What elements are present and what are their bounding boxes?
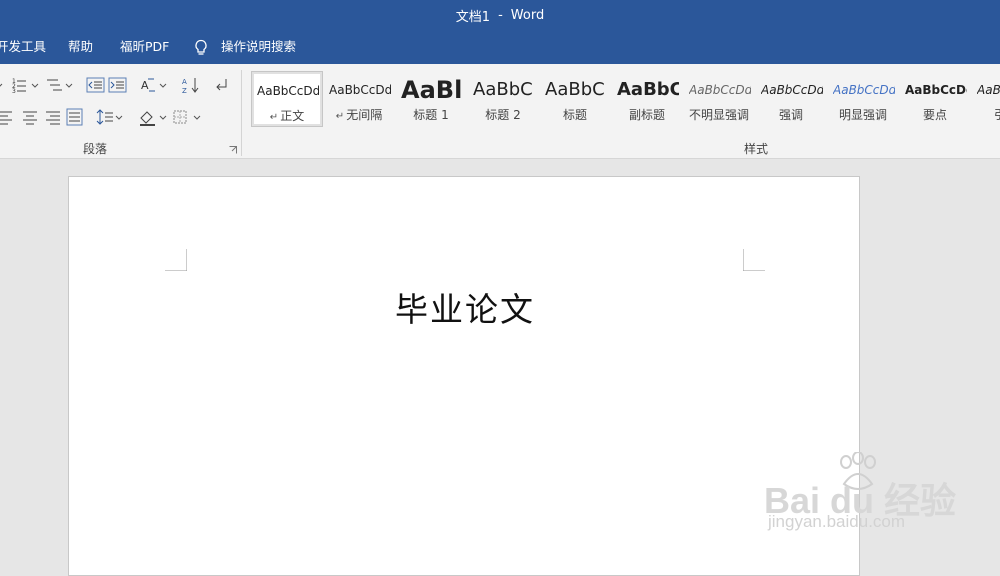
document-title-text[interactable]: 毕业论文 (69, 283, 861, 331)
borders-icon[interactable] (172, 108, 202, 126)
align-right-icon[interactable] (44, 108, 62, 126)
tab-developer[interactable]: 开发工具 (0, 30, 46, 64)
show-marks-icon[interactable] (212, 76, 236, 94)
style-heading-1[interactable]: AaBl 标题 1 (396, 71, 466, 127)
style-no-spacing[interactable]: AaBbCcDd ↵ 无间隔 (324, 71, 394, 127)
paragraph-group-label: 段落 (82, 142, 108, 156)
styles-group-label: 样式 (743, 142, 769, 156)
baidu-jingyan-watermark: Bai du 经验 jingyan.baidu.com (764, 450, 984, 540)
style-heading-2[interactable]: AaBbC 标题 2 (468, 71, 538, 127)
style-name: 要点 (922, 108, 947, 122)
style-sample: AaBbC (473, 79, 533, 100)
svg-text:Z: Z (182, 87, 187, 94)
style-sample: AaBbCcDd (833, 83, 895, 97)
style-name: 明显强调 (838, 108, 887, 122)
style-sample: AaBbC (617, 79, 679, 100)
tab-foxit-pdf[interactable]: 福昕PDF (120, 30, 169, 64)
bullets-dropdown-icon[interactable] (0, 76, 6, 94)
style-intense-emphasis[interactable]: AaBbCcDd 明显强调 (828, 71, 898, 127)
shading-icon[interactable] (138, 108, 168, 126)
dialog-launcher-icon[interactable] (229, 146, 237, 154)
svg-text:A: A (182, 78, 187, 86)
style-subtle-emphasis[interactable]: AaBbCcDd 不明显强调 (684, 71, 754, 127)
style-strong[interactable]: AaBbCcDd 要点 (900, 71, 970, 127)
style-subtitle[interactable]: AaBbC 副标题 (612, 71, 682, 127)
style-sample: AaBbCcDd (761, 83, 823, 97)
chinese-layout-icon[interactable]: A (140, 76, 168, 94)
style-sample: AaBbCcDd (257, 84, 319, 98)
multilevel-list-icon[interactable] (46, 76, 73, 94)
style-sample: AaBbCcDd (905, 83, 967, 97)
style-name: ↵ 无间隔 (335, 108, 383, 122)
style-name: 标题 (562, 108, 587, 122)
style-name: 标题 1 (413, 108, 449, 122)
style-sample: AaBbCcDd (329, 83, 391, 97)
increase-indent-icon[interactable] (108, 76, 132, 94)
document-name: 文档1 (455, 9, 491, 25)
style-name: 副标题 (628, 108, 665, 122)
style-normal[interactable]: AaBbCcDd ↵ 正文 (251, 71, 323, 127)
distributed-icon[interactable] (66, 108, 84, 126)
center-icon[interactable] (22, 108, 40, 126)
lightbulb-icon[interactable] (193, 39, 209, 57)
margin-corner-top-left (165, 249, 187, 271)
style-sample: AaBl (401, 76, 463, 104)
style-title[interactable]: AaBbC 标题 (540, 71, 610, 127)
svg-text:3: 3 (12, 88, 16, 94)
align-left-icon[interactable] (0, 108, 16, 126)
line-spacing-icon[interactable] (96, 108, 124, 126)
ribbon: 1 2 3 A AZ 段落 AaBbCcDd ↵ 正文 AaBbCcDd ↵ 无… (0, 64, 1000, 159)
style-name: 标题 2 (485, 108, 521, 122)
style-emphasis[interactable]: AaBbCcDd 强调 (756, 71, 826, 127)
margin-corner-top-right (743, 249, 765, 271)
sort-icon[interactable]: AZ (180, 76, 204, 94)
numbering-icon[interactable]: 1 2 3 (12, 76, 39, 94)
app-name: Word (510, 7, 545, 23)
ribbon-tab-bar: 开发工具 帮助 福昕PDF 操作说明搜索 (0, 30, 1000, 64)
style-quote[interactable]: AaBbCcDd 引 (972, 71, 1000, 127)
tab-help[interactable]: 帮助 (68, 30, 93, 64)
watermark-url: jingyan.baidu.com (768, 512, 906, 531)
tell-me-search[interactable]: 操作说明搜索 (221, 30, 296, 64)
decrease-indent-icon[interactable] (86, 76, 110, 94)
style-name: ↵ 正文 (269, 109, 305, 123)
title-separator: - (498, 7, 503, 23)
title-bar: 文档1 - Word (0, 0, 1000, 30)
style-name: 不明显强调 (688, 108, 749, 122)
style-name: 强调 (778, 108, 803, 122)
document-page[interactable]: 毕业论文 (68, 176, 860, 576)
group-divider (241, 70, 242, 156)
svg-text:A: A (141, 79, 149, 92)
style-name: 引 (994, 106, 1000, 123)
style-sample: AaBbCcDd (977, 83, 1000, 97)
style-sample: AaBbCcDd (689, 83, 751, 97)
style-sample: AaBbC (545, 79, 605, 100)
